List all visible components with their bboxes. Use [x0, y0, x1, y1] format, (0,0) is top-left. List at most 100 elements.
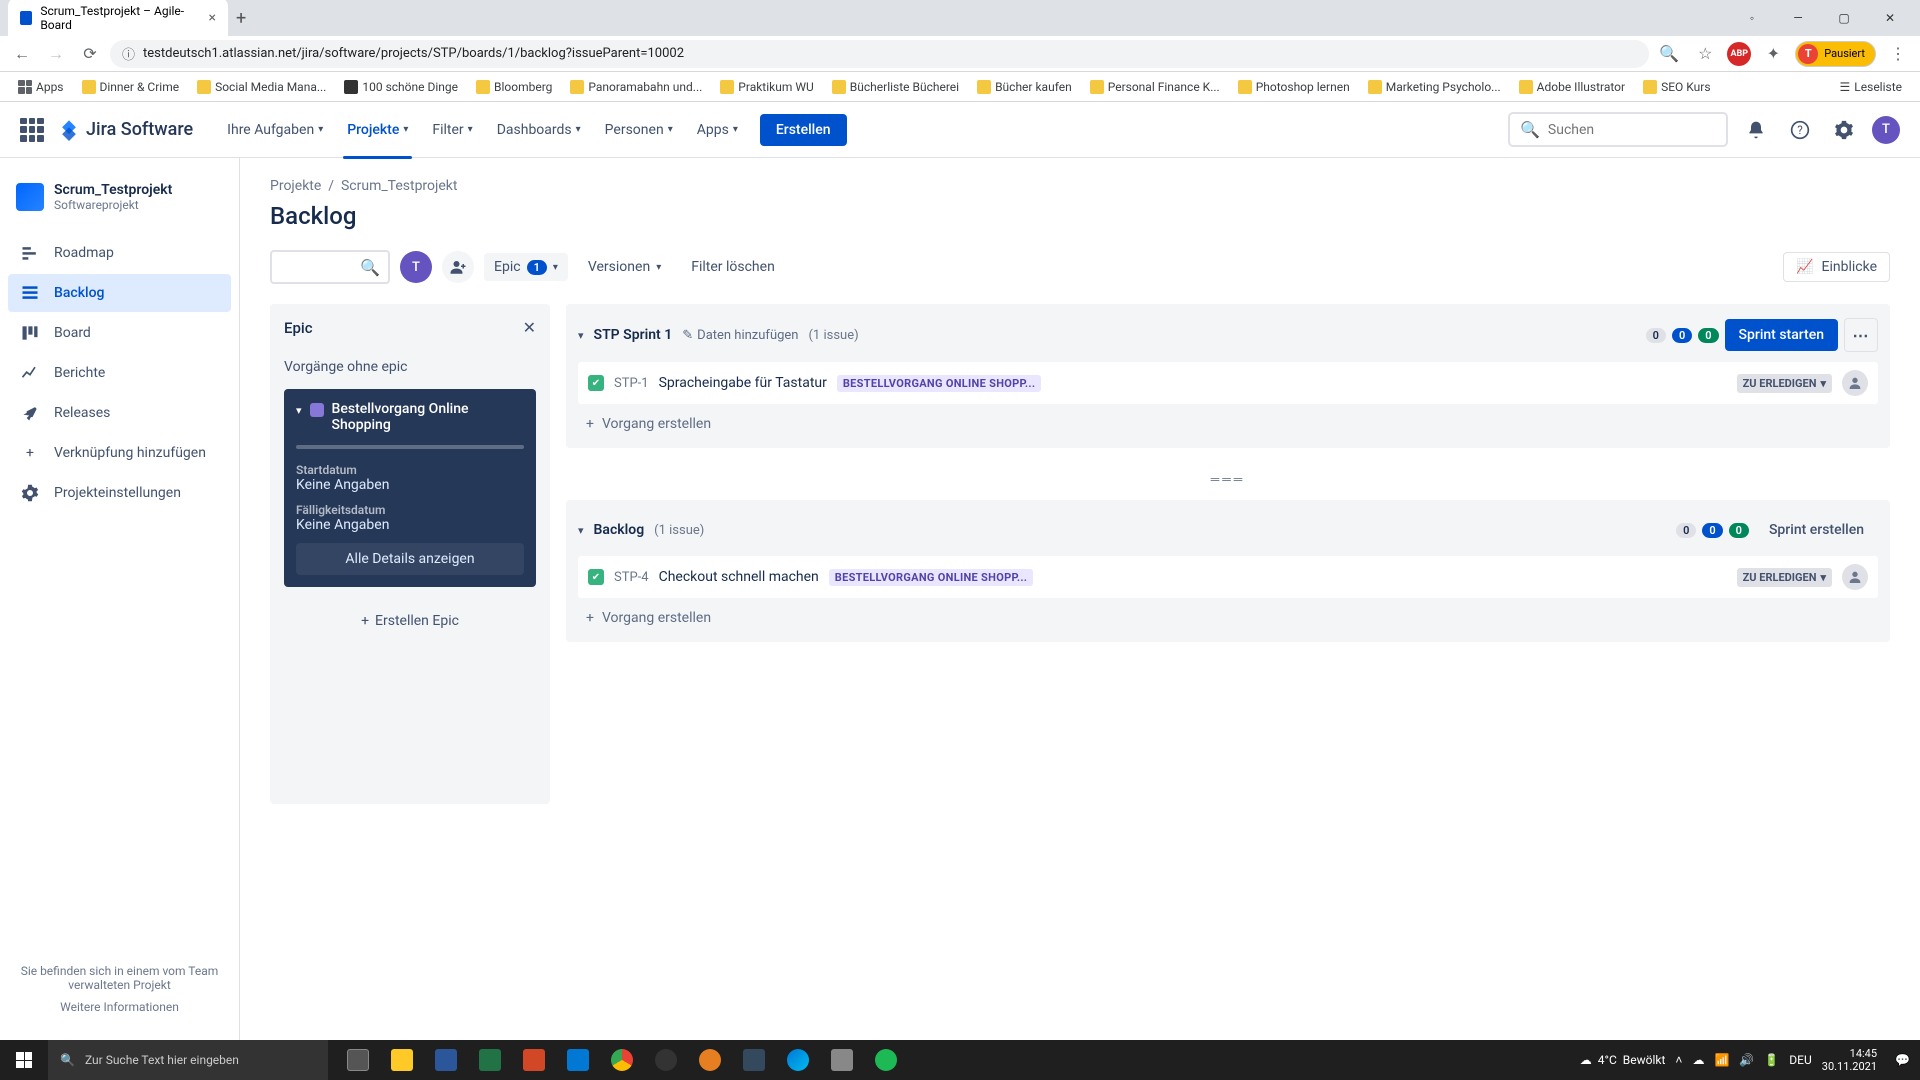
nav-people[interactable]: Personen▾: [595, 116, 683, 144]
clear-filters[interactable]: Filter löschen: [681, 253, 785, 281]
bookmark-item[interactable]: Social Media Mana...: [191, 77, 332, 97]
add-people-button[interactable]: [442, 251, 474, 283]
bookmark-item[interactable]: Panoramabahn und...: [564, 77, 708, 97]
bookmark-star-icon[interactable]: ☆: [1691, 40, 1719, 68]
breadcrumb-root[interactable]: Projekte: [270, 178, 321, 194]
sidebar-item-settings[interactable]: Projekteinstellungen: [8, 474, 231, 512]
close-epic-panel-icon[interactable]: ✕: [523, 318, 536, 337]
close-window-button[interactable]: ✕: [1868, 4, 1912, 32]
chevron-down-icon[interactable]: ▾: [578, 524, 584, 537]
unassigned-avatar[interactable]: [1842, 370, 1868, 396]
issue-row[interactable]: ✔ STP-1 Spracheingabe für Tastatur BESTE…: [578, 362, 1878, 404]
file-explorer-icon[interactable]: [380, 1040, 424, 1080]
sidebar-item-roadmap[interactable]: Roadmap: [8, 234, 231, 272]
chevron-down-icon[interactable]: ▾: [578, 329, 584, 342]
epic-filter[interactable]: Epic 1 ▾: [484, 253, 568, 281]
help-icon[interactable]: ?: [1784, 114, 1816, 146]
issue-row[interactable]: ✔ STP-4 Checkout schnell machen BESTELLV…: [578, 556, 1878, 598]
jira-logo[interactable]: Jira Software: [58, 119, 193, 141]
version-filter[interactable]: Versionen ▾: [578, 253, 671, 281]
new-tab-button[interactable]: +: [236, 8, 246, 29]
global-search[interactable]: 🔍: [1508, 112, 1728, 147]
bookmark-item[interactable]: Adobe Illustrator: [1513, 77, 1631, 97]
sidebar-item-reports[interactable]: Berichte: [8, 354, 231, 392]
chrome-account-icon[interactable]: ◦: [1730, 4, 1774, 32]
word-icon[interactable]: [424, 1040, 468, 1080]
nav-projects[interactable]: Projekte▾: [337, 116, 418, 144]
outlook-icon[interactable]: [556, 1040, 600, 1080]
section-drag-handle[interactable]: ═══: [566, 468, 1890, 490]
bookmark-item[interactable]: Praktikum WU: [714, 77, 819, 97]
spotify-icon[interactable]: [864, 1040, 908, 1080]
create-button[interactable]: Erstellen: [760, 114, 847, 146]
bookmark-item[interactable]: Dinner & Crime: [76, 77, 186, 97]
app-switcher-icon[interactable]: [20, 118, 44, 142]
bookmark-item[interactable]: Bücher kaufen: [971, 77, 1078, 97]
forward-button[interactable]: →: [42, 40, 70, 68]
app-icon[interactable]: [820, 1040, 864, 1080]
chevron-down-icon[interactable]: ▾: [296, 404, 302, 417]
bookmark-item[interactable]: Bücherliste Bücherei: [826, 77, 965, 97]
nav-your-work[interactable]: Ihre Aufgaben▾: [217, 116, 333, 144]
bookmark-item[interactable]: Personal Finance K...: [1084, 77, 1226, 97]
assignee-filter-me[interactable]: T: [400, 251, 432, 283]
back-button[interactable]: ←: [8, 40, 36, 68]
sidebar-footer-link[interactable]: Weitere Informationen: [18, 1000, 221, 1014]
language-indicator[interactable]: DEU: [1789, 1053, 1811, 1067]
bookmark-item[interactable]: Bloomberg: [470, 77, 558, 97]
search-input[interactable]: [1548, 122, 1726, 138]
sidebar-item-add-link[interactable]: +Verknüpfung hinzufügen: [8, 434, 231, 472]
reading-list-button[interactable]: ☰ Leseliste: [1834, 77, 1908, 97]
taskbar-search[interactable]: 🔍 Zur Suche Text hier eingeben: [48, 1040, 328, 1080]
bookmark-item[interactable]: SEO Kurs: [1637, 77, 1716, 97]
issue-status[interactable]: ZU ERLEDIGEN▾: [1737, 374, 1832, 393]
create-sprint-button[interactable]: Sprint erstellen: [1755, 514, 1878, 546]
settings-icon[interactable]: [1828, 114, 1860, 146]
powerpoint-icon[interactable]: [512, 1040, 556, 1080]
app-icon[interactable]: [644, 1040, 688, 1080]
apps-bookmark[interactable]: Apps: [12, 77, 70, 97]
clock[interactable]: 14:45 30.11.2021: [1822, 1047, 1885, 1073]
issues-without-epic[interactable]: Vorgänge ohne epic: [284, 353, 536, 389]
abp-extension-icon[interactable]: ABP: [1727, 42, 1751, 66]
profile-button[interactable]: T Pausiert: [1795, 41, 1876, 67]
maximize-button[interactable]: ▢: [1822, 4, 1866, 32]
add-dates-button[interactable]: ✎ Daten hinzufügen: [682, 328, 798, 343]
action-center-icon[interactable]: 💬: [1895, 1053, 1910, 1067]
sidebar-item-releases[interactable]: Releases: [8, 394, 231, 432]
unassigned-avatar[interactable]: [1842, 564, 1868, 590]
minimize-button[interactable]: —: [1776, 4, 1820, 32]
start-button[interactable]: [0, 1040, 48, 1080]
issue-status[interactable]: ZU ERLEDIGEN▾: [1737, 568, 1832, 587]
nav-dashboards[interactable]: Dashboards▾: [487, 116, 591, 144]
task-view-button[interactable]: [336, 1040, 380, 1080]
battery-icon[interactable]: 🔋: [1764, 1053, 1779, 1067]
address-bar[interactable]: ⓘ testdeutsch1.atlassian.net/jira/softwa…: [110, 40, 1649, 68]
nav-filters[interactable]: Filter▾: [422, 116, 482, 144]
epic-card[interactable]: ▾ Bestellvorgang Online Shopping Startda…: [284, 389, 536, 587]
sprint-more-button[interactable]: ⋯: [1844, 318, 1878, 352]
chrome-icon[interactable]: [600, 1040, 644, 1080]
bookmark-item[interactable]: Marketing Psycholo...: [1362, 77, 1507, 97]
browser-tab[interactable]: Scrum_Testprojekt – Agile-Board ×: [8, 0, 228, 38]
create-epic-button[interactable]: + Erstellen Epic: [284, 601, 536, 641]
project-header[interactable]: Scrum_Testprojekt Softwareprojekt: [8, 174, 231, 220]
edge-icon[interactable]: [776, 1040, 820, 1080]
issue-epic-label[interactable]: BESTELLVORGANG ONLINE SHOPP...: [829, 569, 1034, 586]
start-sprint-button[interactable]: Sprint starten: [1725, 319, 1838, 351]
breadcrumb-project[interactable]: Scrum_Testprojekt: [341, 178, 458, 194]
notifications-icon[interactable]: [1740, 114, 1772, 146]
issue-epic-label[interactable]: BESTELLVORGANG ONLINE SHOPP...: [837, 375, 1042, 392]
insights-button[interactable]: 📈 Einblicke: [1783, 252, 1890, 282]
zoom-icon[interactable]: 🔍: [1655, 40, 1683, 68]
tray-chevron-icon[interactable]: ˄: [1675, 1053, 1682, 1067]
app-icon[interactable]: [688, 1040, 732, 1080]
extensions-icon[interactable]: ✦: [1759, 40, 1787, 68]
volume-icon[interactable]: 🔊: [1739, 1053, 1754, 1067]
reload-button[interactable]: ⟳: [76, 40, 104, 68]
nav-apps[interactable]: Apps▾: [687, 116, 748, 144]
wifi-icon[interactable]: 📶: [1714, 1053, 1729, 1067]
bookmark-item[interactable]: 100 schöne Dinge: [338, 77, 464, 97]
onedrive-icon[interactable]: ☁: [1692, 1053, 1704, 1067]
sidebar-item-backlog[interactable]: Backlog: [8, 274, 231, 312]
